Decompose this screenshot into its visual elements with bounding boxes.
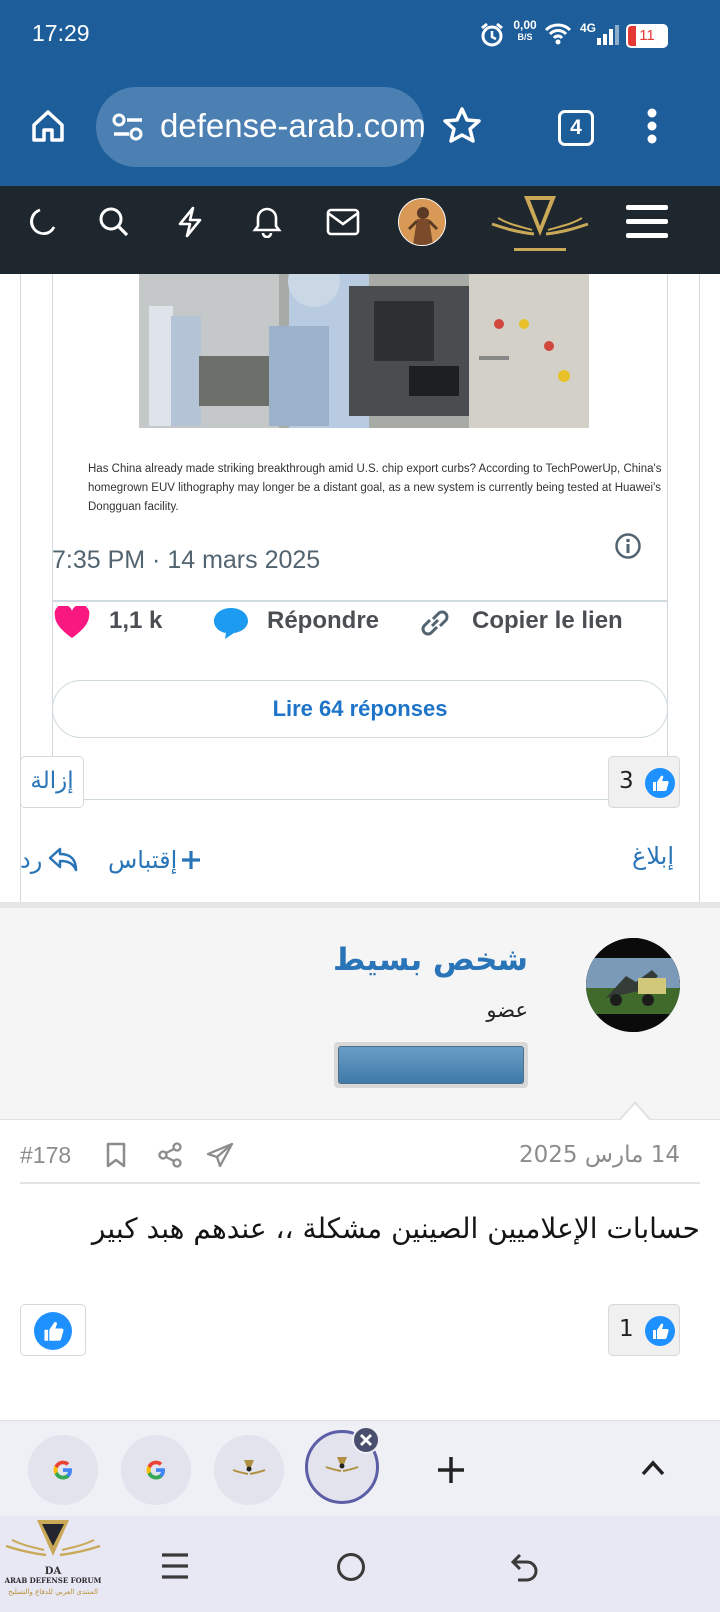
forum-header	[0, 186, 720, 274]
home-icon[interactable]	[30, 108, 66, 144]
like-count: 3	[619, 768, 634, 794]
forum-logo[interactable]	[488, 184, 592, 262]
post-meta-divider	[20, 1182, 700, 1184]
author-panel: شخص بسيط عضو	[0, 908, 720, 1120]
post-like-count-badge[interactable]: 1	[608, 1304, 680, 1356]
send-icon[interactable]	[206, 1142, 234, 1168]
status-time: 17:29	[32, 20, 90, 46]
author-notch-fill	[620, 1104, 650, 1121]
author-avatar[interactable]	[586, 938, 680, 1032]
battery-icon: 11	[626, 24, 668, 48]
reply-label: رد	[20, 846, 43, 874]
net-speed: 0,00 B/S	[510, 19, 540, 43]
recents-icon[interactable]	[160, 1552, 190, 1580]
wifi-icon	[544, 22, 572, 46]
system-nav-bar: DA ARAB DEFENSE FORUM المنتدى العربي للد…	[0, 1516, 720, 1612]
tab-group-bar	[0, 1420, 720, 1516]
home-circle-icon[interactable]	[336, 1552, 366, 1582]
new-tab-icon[interactable]	[436, 1455, 466, 1485]
remove-label: إزالة	[30, 768, 74, 794]
footer-logo-line1: ARAB DEFENSE FORUM	[4, 1576, 102, 1585]
rank-banner	[334, 1042, 528, 1088]
tab-switcher-button[interactable]: 4	[558, 110, 594, 146]
dark-mode-icon[interactable]	[26, 206, 58, 238]
chevron-up-icon[interactable]	[640, 1459, 666, 1477]
post-like-count: 1	[619, 1316, 634, 1342]
search-icon[interactable]	[98, 206, 130, 238]
forum-favicon-icon	[325, 1455, 359, 1479]
post-number[interactable]: #178	[20, 1142, 71, 1169]
tweet-reply-button[interactable]: Répondre	[267, 607, 379, 635]
address-bar[interactable]: defense-arab.com	[96, 87, 424, 167]
google-icon	[145, 1459, 167, 1481]
post-body: حسابات الإعلاميين الصينين مشكلة ،، عندهم…	[91, 1212, 700, 1245]
heart-icon[interactable]	[54, 606, 90, 640]
author-role: عضو	[486, 998, 528, 1022]
signal-icon	[596, 24, 620, 46]
close-tab-icon[interactable]	[352, 1426, 380, 1454]
remove-reaction-button[interactable]: إزالة	[20, 756, 84, 808]
back-icon[interactable]	[510, 1552, 540, 1582]
tab-google-1[interactable]	[28, 1435, 98, 1505]
forum-footer-logo: DA ARAB DEFENSE FORUM المنتدى العربي للد…	[4, 1516, 102, 1612]
like-thumb-icon	[645, 768, 675, 798]
tweet-divider	[52, 600, 668, 602]
bell-icon[interactable]	[252, 206, 282, 238]
link-icon[interactable]	[418, 606, 452, 640]
forum-favicon-icon	[232, 1458, 266, 1482]
battery-level: 11	[639, 27, 655, 44]
tab-forum-1[interactable]	[214, 1435, 284, 1505]
more-menu-icon[interactable]	[646, 108, 658, 144]
reply-button[interactable]: رد	[20, 840, 78, 880]
report-link[interactable]: إبلاغ	[632, 842, 674, 870]
mail-icon[interactable]	[326, 208, 360, 236]
tweet-caption: Has China already made striking breakthr…	[88, 463, 662, 513]
browser-toolbar: defense-arab.com 4	[0, 72, 720, 186]
alarm-icon	[480, 22, 504, 48]
thread-content: Has China already made striking breakthr…	[0, 274, 720, 1420]
tab-google-2[interactable]	[121, 1435, 191, 1505]
net-speed-value: 0,00	[513, 18, 537, 32]
google-icon	[52, 1459, 74, 1481]
share-icon[interactable]	[158, 1142, 182, 1168]
author-name[interactable]: شخص بسيط	[300, 942, 528, 978]
hamburger-menu-icon[interactable]	[626, 203, 668, 241]
quote-button[interactable]: إقتباس	[108, 840, 201, 880]
plus-icon	[182, 851, 201, 869]
footer-logo-line2: المنتدى العربي للدفاع والتسليح	[8, 1588, 98, 1596]
post-date[interactable]: 14 مارس 2025	[460, 1142, 680, 1168]
whats-new-icon[interactable]	[176, 206, 204, 238]
net-speed-unit: B/S	[517, 32, 533, 42]
url-text[interactable]: defense-arab.com	[160, 107, 424, 145]
tweet-like-count[interactable]: 1,1 k	[109, 607, 162, 635]
bookmark-star-icon[interactable]	[442, 106, 482, 146]
tweet-image[interactable]	[139, 274, 589, 428]
bookmark-icon[interactable]	[106, 1142, 126, 1168]
tweet-timestamp[interactable]: 7:35 PM · 14 mars 2025	[52, 546, 320, 575]
info-icon[interactable]	[614, 532, 642, 560]
user-avatar[interactable]	[398, 198, 446, 246]
like-button[interactable]	[20, 1304, 86, 1356]
like-thumb-icon	[645, 1316, 675, 1346]
quote-label: إقتباس	[108, 846, 178, 874]
network-type: 4G	[580, 21, 597, 35]
like-thumb-icon	[34, 1312, 72, 1350]
reply-arrow-icon	[49, 847, 78, 872]
reply-bubble-icon[interactable]	[212, 606, 250, 640]
read-replies-button[interactable]: Lire 64 réponses	[52, 680, 668, 738]
like-count-badge[interactable]: 3	[608, 756, 680, 808]
status-bar: 17:29 0,00 B/S 4G 11	[0, 0, 720, 72]
tweet-copy-link-button[interactable]: Copier le lien	[472, 607, 623, 635]
site-settings-icon[interactable]	[112, 113, 144, 141]
